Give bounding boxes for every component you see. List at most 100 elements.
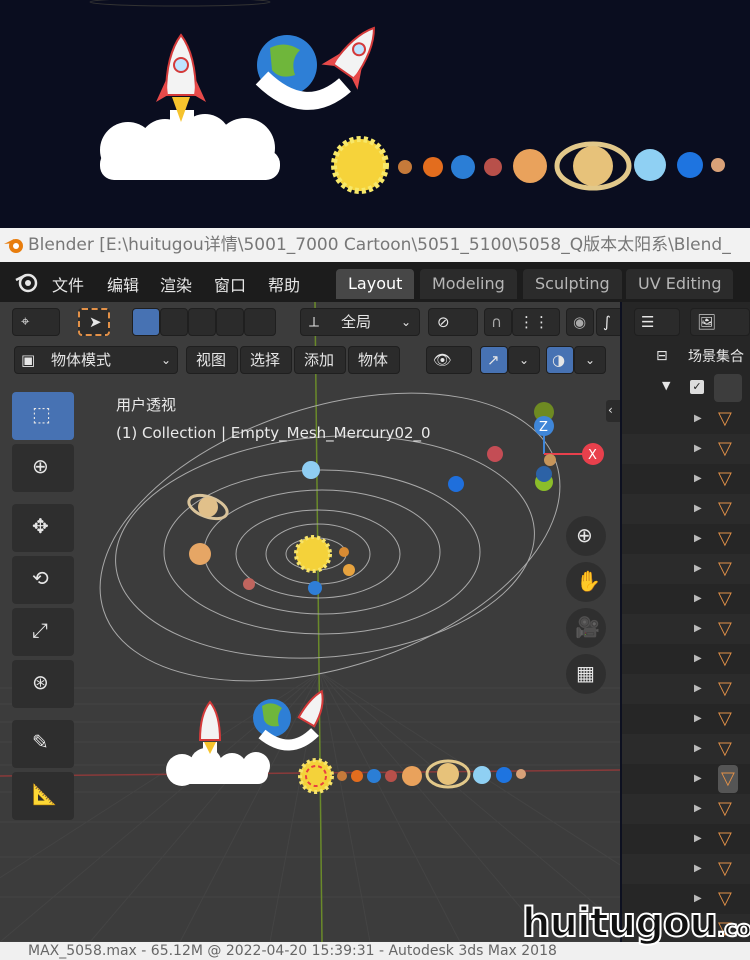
blender-menu-icon[interactable] <box>14 270 38 294</box>
outliner-row[interactable]: ▶ ▽ <box>622 734 750 764</box>
select-mode-extend-button[interactable] <box>160 308 188 336</box>
z-axis-label: Z <box>539 420 548 435</box>
pan-button[interactable]: ✋ <box>566 562 606 602</box>
tool-cursor[interactable]: ⊕ <box>12 444 74 492</box>
expand-arrow-icon[interactable]: ▶ <box>694 825 702 853</box>
overlay-dropdown[interactable]: ⌄ <box>574 346 606 374</box>
expand-arrow-icon[interactable]: ▶ <box>694 495 702 523</box>
outliner-row[interactable]: ▶ ▽ <box>622 674 750 704</box>
outliner-row[interactable]: ▶ ▽ <box>622 704 750 734</box>
outliner-row[interactable]: ▶ ▽ <box>622 854 750 884</box>
expand-arrow-icon[interactable]: ▶ <box>694 855 702 883</box>
expand-arrow-icon[interactable]: ▶ <box>694 405 702 433</box>
navigation-gizmo[interactable]: Z X <box>520 398 610 508</box>
zoom-button[interactable]: ⊕ <box>566 516 606 556</box>
zoom-icon: ⊕ <box>576 523 593 547</box>
tweak-select-button[interactable]: ➤ <box>78 308 110 336</box>
tool-scale[interactable]: ⤢ <box>12 608 74 656</box>
outliner-row[interactable]: ▶ ▽ <box>622 404 750 434</box>
menu-help[interactable]: 帮助 <box>268 272 300 296</box>
tool-transform[interactable]: ⊛ <box>12 660 74 708</box>
menu-object[interactable]: 物体 <box>348 346 400 374</box>
menu-file[interactable]: 文件 <box>52 272 84 296</box>
menu-add[interactable]: 添加 <box>294 346 346 374</box>
overlay-toggle[interactable]: ◑ <box>546 346 574 374</box>
menu-add-label: 添加 <box>304 351 335 369</box>
expand-arrow-icon[interactable]: ▶ <box>694 705 702 733</box>
snap-target-dropdown[interactable]: ⋮⋮ <box>512 308 560 336</box>
display-mode-dropdown[interactable]: ☰ <box>634 308 680 336</box>
visibility-dropdown[interactable]: 👁 <box>426 346 472 374</box>
outliner-row[interactable]: ▶ ▽ <box>622 764 750 794</box>
menu-edit[interactable]: 编辑 <box>107 272 139 296</box>
expand-arrow-icon[interactable]: ▶ <box>694 435 702 463</box>
expand-arrow-icon[interactable]: ▶ <box>694 465 702 493</box>
scale-icon: ⤢ <box>32 618 48 642</box>
select-mode-new-button[interactable] <box>132 308 160 336</box>
empty-object-icon: ▽ <box>718 858 732 879</box>
3d-viewport[interactable]: ⌖ ➤ ⟂ 全局 ⌄ ⊘ ∩ ⋮⋮ ◉ ∫ ▣ 物体模式 ⌄ 视图 选择 添加 … <box>0 302 620 942</box>
expand-arrow-icon[interactable]: ▶ <box>694 525 702 553</box>
expand-arrow-icon[interactable]: ▶ <box>694 555 702 583</box>
tab-modeling[interactable]: Modeling <box>420 269 517 299</box>
outliner-row[interactable]: ▶ ▽ <box>622 794 750 824</box>
pivot-point-dropdown[interactable]: ⊘ <box>428 308 478 336</box>
outliner-row[interactable]: ▶ ▽ <box>622 614 750 644</box>
tab-sculpting[interactable]: Sculpting <box>523 269 622 299</box>
outliner-row[interactable]: ▶ ▽ <box>622 584 750 614</box>
outliner-row[interactable]: ▶ ▽ <box>622 824 750 854</box>
move-icon: ✥ <box>32 514 49 538</box>
outliner-row[interactable]: ▶ ▽ <box>622 494 750 524</box>
y-axis-line <box>314 302 323 942</box>
gizmo-toggle[interactable]: ↗ <box>480 346 508 374</box>
chevron-left-icon: ‹ <box>608 403 613 417</box>
camera-view-button[interactable]: 🎥 <box>566 608 606 648</box>
window-title-bar: Blender [E:\huitugou详情\5001_7000 Cartoon… <box>0 228 750 262</box>
outliner-list-icon: ☰ <box>641 313 655 331</box>
tool-move[interactable]: ✥ <box>12 504 74 552</box>
select-mode-invert-button[interactable] <box>216 308 244 336</box>
expand-arrow-icon[interactable]: ▶ <box>694 615 702 643</box>
expand-arrow-icon[interactable]: ▶ <box>694 645 702 673</box>
filter-dropdown[interactable]: 🖼 <box>690 308 750 336</box>
gizmo-dropdown[interactable]: ⌄ <box>508 346 540 374</box>
mode-dropdown[interactable]: ▣ 物体模式 ⌄ <box>14 346 178 374</box>
collection-checkbox[interactable]: ✓ <box>690 380 704 394</box>
empty-object-icon: ▽ <box>718 765 738 793</box>
tab-layout[interactable]: Layout <box>336 269 415 299</box>
render-preview <box>0 0 750 228</box>
tool-select-box[interactable]: ⬚ <box>12 392 74 440</box>
outliner-row[interactable]: ▶ ▽ <box>622 464 750 494</box>
tool-annotate[interactable]: ✎ <box>12 720 74 768</box>
outliner-row[interactable]: ▶ ▽ <box>622 524 750 554</box>
expand-arrow-icon[interactable]: ▶ <box>694 675 702 703</box>
expand-arrow-icon[interactable]: ▶ <box>694 765 702 793</box>
menu-view[interactable]: 视图 <box>186 346 238 374</box>
cursor-select-icon: ⌖ <box>21 312 30 330</box>
expand-arrow-icon[interactable]: ▶ <box>694 795 702 823</box>
select-tool-options[interactable]: ⌖ <box>12 308 60 336</box>
outliner-row[interactable]: ▶ ▽ <box>622 434 750 464</box>
menu-window[interactable]: 窗口 <box>214 272 246 296</box>
sidebar-toggle[interactable]: ‹ <box>606 400 620 422</box>
tab-uv-editing[interactable]: UV Editing <box>626 269 734 299</box>
menu-render[interactable]: 渲染 <box>160 272 192 296</box>
perspective-toggle-button[interactable]: ▦ <box>566 654 606 694</box>
tool-rotate[interactable]: ⟲ <box>12 556 74 604</box>
menu-select[interactable]: 选择 <box>240 346 292 374</box>
arrow-pointer-icon: ➤ <box>89 313 102 331</box>
expand-arrow-icon[interactable]: ▶ <box>694 735 702 763</box>
select-mode-subtract-button[interactable] <box>188 308 216 336</box>
object-mode-icon: ▣ <box>21 351 36 369</box>
outliner-row[interactable]: ▶ ▽ <box>622 644 750 674</box>
outliner-row[interactable]: ▶ ▽ <box>622 554 750 584</box>
transform-orientation-dropdown[interactable]: ⟂ 全局 ⌄ <box>300 308 420 336</box>
expand-arrow-icon[interactable]: ▶ <box>694 585 702 613</box>
select-mode-intersect-button[interactable] <box>244 308 276 336</box>
falloff-dropdown[interactable]: ∫ <box>596 308 620 336</box>
tool-measure[interactable]: 📐 <box>12 772 74 820</box>
empty-object-icon: ▽ <box>718 408 732 429</box>
snap-toggle[interactable]: ∩ <box>484 308 512 336</box>
proportional-edit-toggle[interactable]: ◉ <box>566 308 594 336</box>
collection-expand-arrow[interactable]: ▼ <box>662 372 670 400</box>
